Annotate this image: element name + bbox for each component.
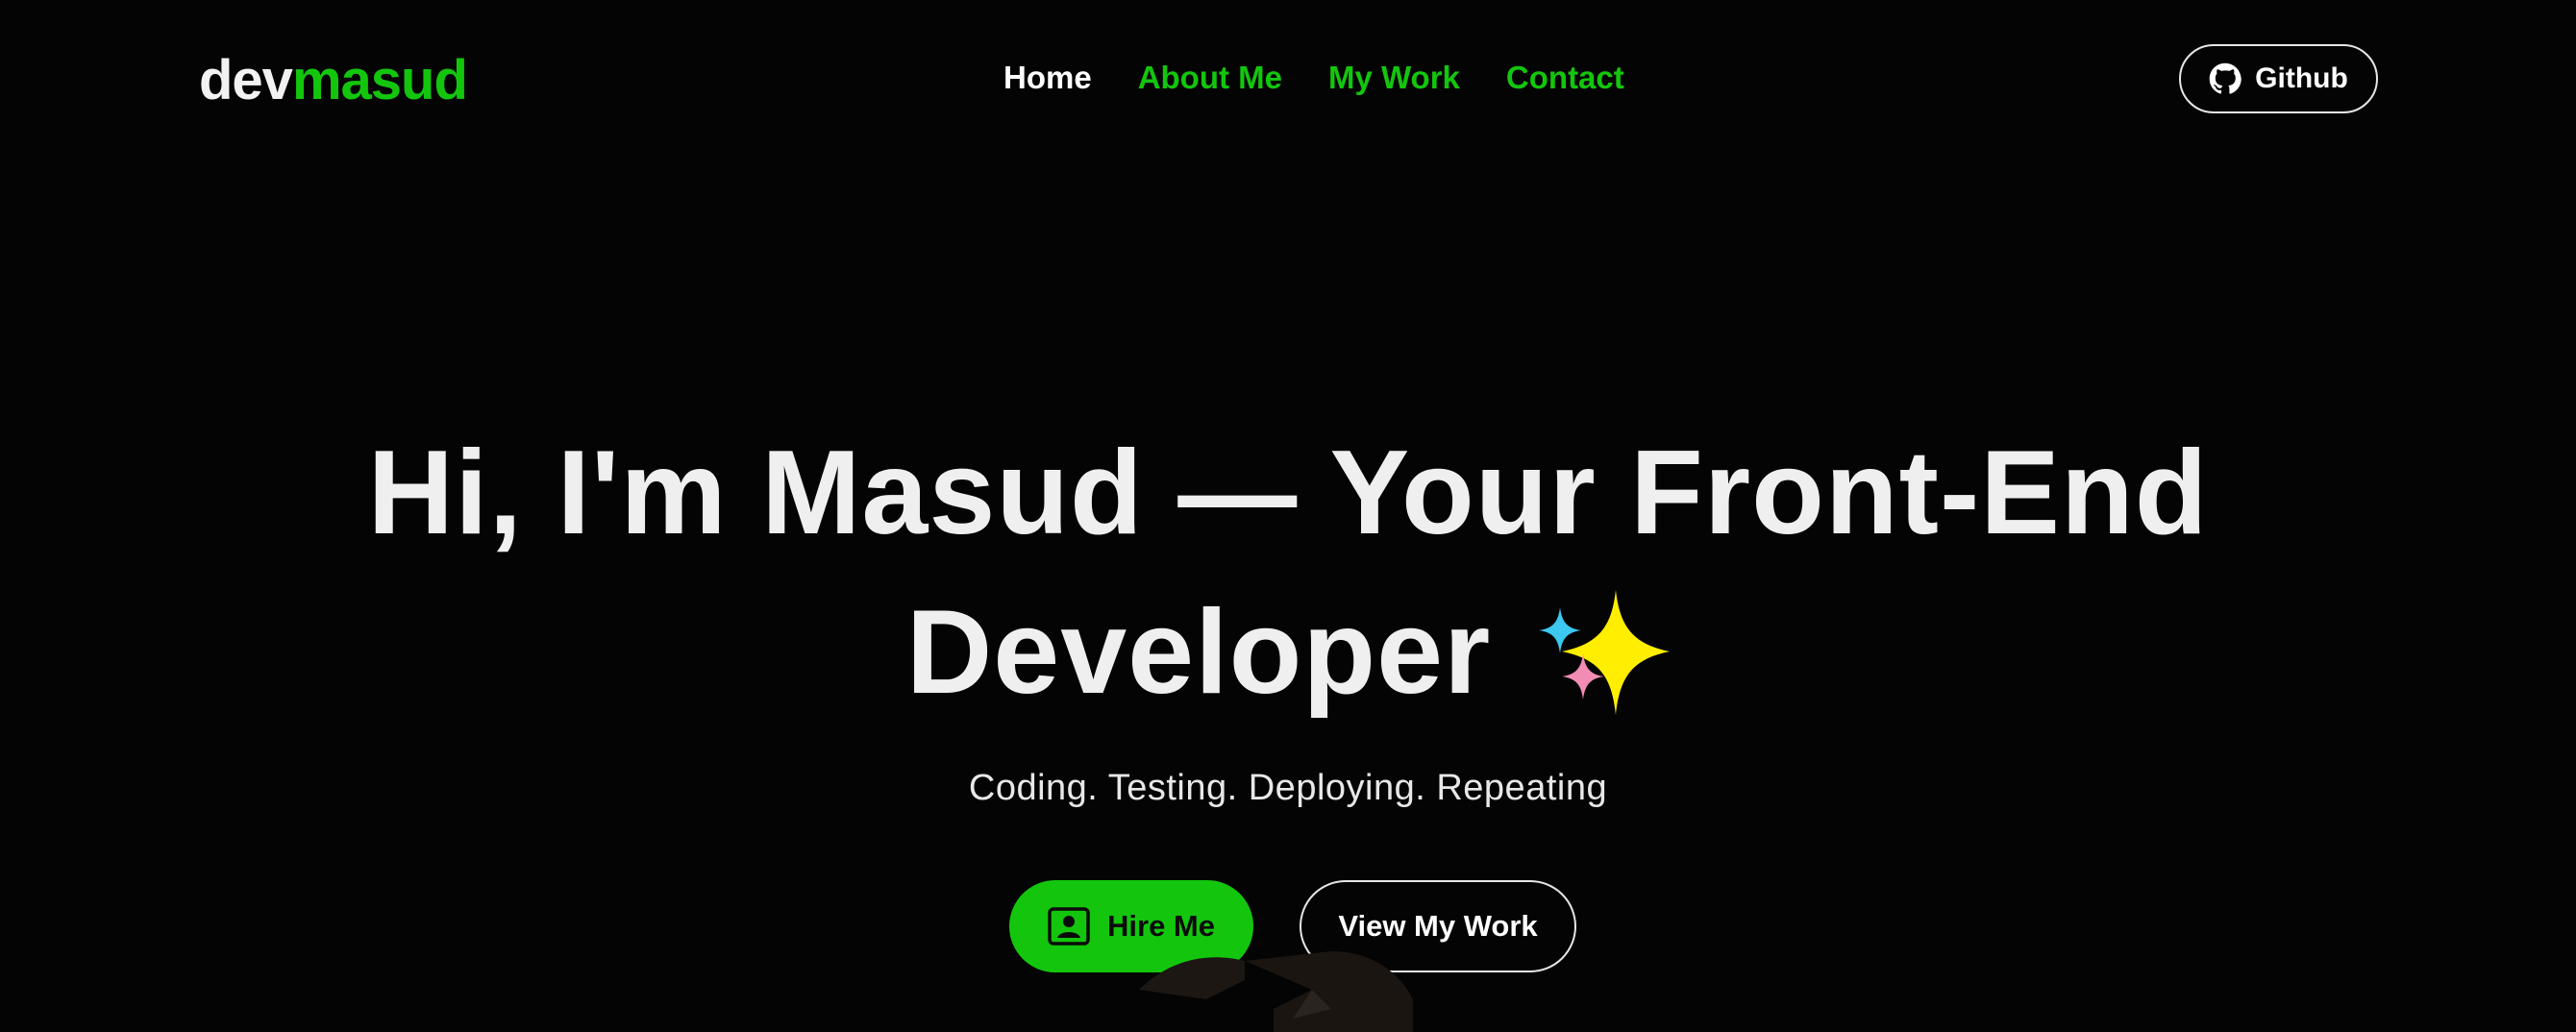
hero-subtitle: Coding. Testing. Deploying. Repeating — [968, 768, 1608, 808]
github-label: Github — [2255, 62, 2348, 94]
hero-title-line2-wrap: Developer — [906, 573, 1671, 732]
logo-masud-text: masud — [291, 49, 468, 111]
page: devmasud Home About Me My Work Contact G… — [0, 0, 2576, 1032]
nav-my-work[interactable]: My Work — [1328, 56, 1460, 100]
nav-contact[interactable]: Contact — [1506, 56, 1624, 100]
hire-me-label: Hire Me — [1107, 909, 1215, 943]
main-nav: Home About Me My Work Contact — [1003, 56, 1624, 100]
site-logo[interactable]: devmasud — [199, 46, 468, 115]
hero-title-line2: Developer — [905, 586, 1492, 719]
nav-home[interactable]: Home — [1003, 56, 1092, 100]
contact-card-icon — [1048, 907, 1090, 946]
github-icon — [2209, 62, 2242, 94]
view-my-work-label: View My Work — [1338, 909, 1538, 943]
hero-title-line1: Hi, I'm Masud — Your Front-End — [367, 427, 2209, 559]
hero-title: Hi, I'm Masud — Your Front-End Developer — [0, 413, 2576, 732]
sparkles-icon — [1539, 590, 1671, 715]
logo-dev-text: dev — [199, 49, 293, 111]
nav-about-me[interactable]: About Me — [1138, 56, 1282, 100]
hero-image-partial — [1139, 951, 1413, 1032]
github-button[interactable]: Github — [2179, 44, 2378, 113]
